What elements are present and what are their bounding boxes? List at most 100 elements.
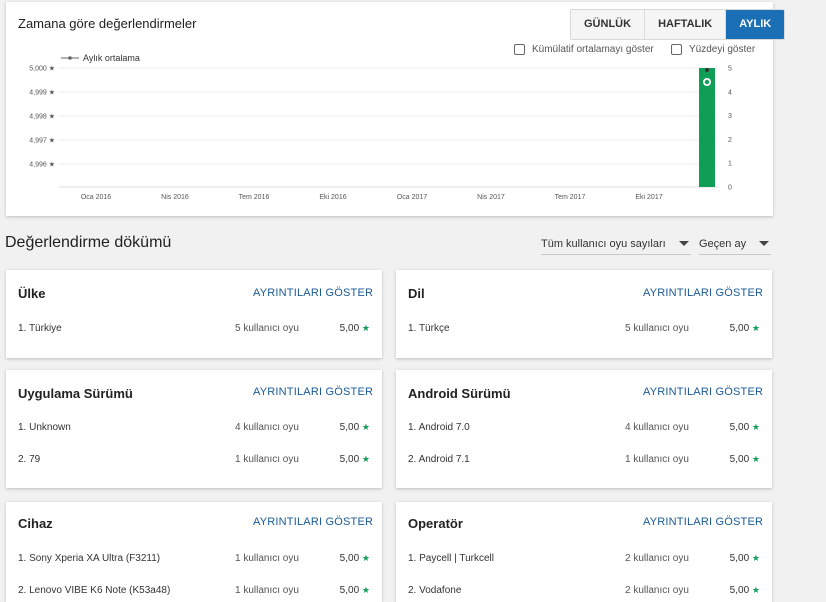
y-tick-label: 4,997 ★ [29,137,55,145]
row-count: 4 kullanıcı oyu [625,422,689,433]
row-label: 1. Türkiye [18,323,62,334]
y-tick-label: 4,996 ★ [29,161,55,169]
x-tick-label: Eki 2016 [319,194,346,201]
star-icon: ★ [361,422,370,432]
chevron-down-icon [679,241,689,246]
list-item: 1. Türkiye 5 kullanıcı oyu 5,00 ★ [18,323,370,339]
row-rating: 5,00 ★ [729,585,760,596]
star-icon: ★ [751,454,760,464]
row-count: 1 kullanıcı oyu [235,553,299,564]
x-tick-label: Eki 2017 [635,194,662,201]
row-label: 2. Lenovo VIBE K6 Note (K53a48) [18,585,171,596]
x-tick-label: Tem 2016 [239,194,270,201]
list-item: 2. Vodafone 2 kullanıcı oyu 5,00 ★ [408,585,760,601]
row-rating: 5,00 ★ [729,422,760,433]
row-label: 2. Vodafone [408,585,462,596]
show-details-button[interactable]: AYRINTILARI GÖSTER [643,386,763,398]
y-tick-label: 4,999 ★ [29,89,55,97]
list-item: 1. Paycell | Turkcell 2 kullanıcı oyu 5,… [408,553,760,569]
star-icon: ★ [361,585,370,595]
row-label: 2. Android 7.1 [408,454,470,465]
user-count-filter[interactable]: Tüm kullanıcı oyu sayıları [541,233,691,255]
right-y-tick-label: 0 [728,185,732,192]
show-details-button[interactable]: AYRINTILARI GÖSTER [643,287,763,299]
row-count: 1 kullanıcı oyu [235,585,299,596]
panel-title: Dil [408,286,425,301]
show-details-button[interactable]: AYRINTILARI GÖSTER [253,386,373,398]
y-tick-label: 5,000 ★ [29,65,55,73]
row-rating: 5,00 ★ [339,585,370,596]
star-icon: ★ [751,323,760,333]
row-rating: 5,00 ★ [339,422,370,433]
list-item: 1. Türkçe 5 kullanıcı oyu 5,00 ★ [408,323,760,339]
row-label: 1. Unknown [18,422,71,433]
x-tick-label: Oca 2017 [397,194,427,201]
right-y-tick-label: 3 [728,113,732,120]
row-label: 1. Türkçe [408,323,450,334]
period-filter[interactable]: Geçen ay [699,233,771,255]
row-count: 1 kullanıcı oyu [625,454,689,465]
panel-country: Ülke AYRINTILARI GÖSTER 1. Türkiye 5 kul… [6,270,382,358]
panel-android-version: Android Sürümü AYRINTILARI GÖSTER 1. And… [396,370,772,488]
x-tick-label: Nis 2017 [477,194,505,201]
right-y-tick-label: 4 [728,89,732,96]
user-count-filter-value: Tüm kullanıcı oyu sayıları [541,237,666,250]
right-y-tick-label: 1 [728,161,732,168]
list-item: 2. Lenovo VIBE K6 Note (K53a48) 1 kullan… [18,585,370,601]
x-tick-label: Nis 2016 [161,194,189,201]
panel-title: Cihaz [18,516,53,531]
ratings-chart: 5,000 ★ 4,999 ★ 4,998 ★ 4,997 ★ 4,996 ★ 5 4 3 2 1… [29,53,732,201]
row-rating: 5,00 ★ [339,553,370,564]
row-label: 2. 79 [18,454,41,465]
panel-carrier: Operatör AYRINTILARI GÖSTER 1. Paycell |… [396,502,772,602]
star-icon: ★ [751,422,760,432]
bar-marker-inner [704,79,710,85]
panel-app-version: Uygulama Sürümü AYRINTILARI GÖSTER 1. Un… [6,370,382,488]
y-tick-label: 4,998 ★ [29,113,55,121]
row-rating: 5,00 ★ [339,323,370,334]
list-item: 2. Android 7.1 1 kullanıcı oyu 5,00 ★ [408,454,760,470]
right-y-tick-label: 5 [728,66,732,73]
row-rating: 5,00 ★ [729,323,760,334]
row-count: 1 kullanıcı oyu [235,454,299,465]
row-label: 1. Sony Xperia XA Ultra (F3211) [18,553,161,564]
row-count: 2 kullanıcı oyu [625,553,689,564]
star-icon: ★ [751,585,760,595]
row-rating: 5,00 ★ [729,553,760,564]
row-rating: 5,00 ★ [339,454,370,465]
ratings-over-time-card: Zamana göre değerlendirmeler GÜNLÜK HAFT… [6,2,786,216]
list-item: 1. Android 7.0 4 kullanıcı oyu 5,00 ★ [408,422,760,438]
breakdown-title: Değerlendirme dökümü [5,234,172,251]
row-count: 4 kullanıcı oyu [235,422,299,433]
period-filter-value: Geçen ay [699,237,747,250]
row-rating: 5,00 ★ [729,454,760,465]
chevron-down-icon [759,241,769,246]
average-point [705,68,709,72]
legend-label: Aylık ortalama [83,53,140,63]
list-item: 2. 79 1 kullanıcı oyu 5,00 ★ [18,454,370,470]
row-count: 2 kullanıcı oyu [625,585,689,596]
row-count: 5 kullanıcı oyu [625,323,689,334]
panel-title: Ülke [18,286,46,301]
show-details-button[interactable]: AYRINTILARI GÖSTER [253,516,373,528]
star-icon: ★ [361,553,370,563]
x-tick-label: Tem 2017 [555,194,586,201]
list-item: 1. Unknown 4 kullanıcı oyu 5,00 ★ [18,422,370,438]
star-icon: ★ [751,553,760,563]
panel-title: Uygulama Sürümü [18,386,133,401]
panel-language: Dil AYRINTILARI GÖSTER 1. Türkçe 5 kulla… [396,270,772,358]
list-item: 1. Sony Xperia XA Ultra (F3211) 1 kullan… [18,553,370,569]
show-details-button[interactable]: AYRINTILARI GÖSTER [643,516,763,528]
row-count: 5 kullanıcı oyu [235,323,299,334]
star-icon: ★ [361,323,370,333]
row-label: 1. Android 7.0 [408,422,470,433]
panel-title: Android Sürümü [408,386,511,401]
panel-device: Cihaz AYRINTILARI GÖSTER 1. Sony Xperia … [6,502,382,602]
star-icon: ★ [361,454,370,464]
show-details-button[interactable]: AYRINTILARI GÖSTER [253,287,373,299]
panel-title: Operatör [408,516,463,531]
x-tick-label: Oca 2016 [81,194,111,201]
legend-marker [68,56,72,60]
row-label: 1. Paycell | Turkcell [408,553,494,564]
right-y-tick-label: 2 [728,137,732,144]
